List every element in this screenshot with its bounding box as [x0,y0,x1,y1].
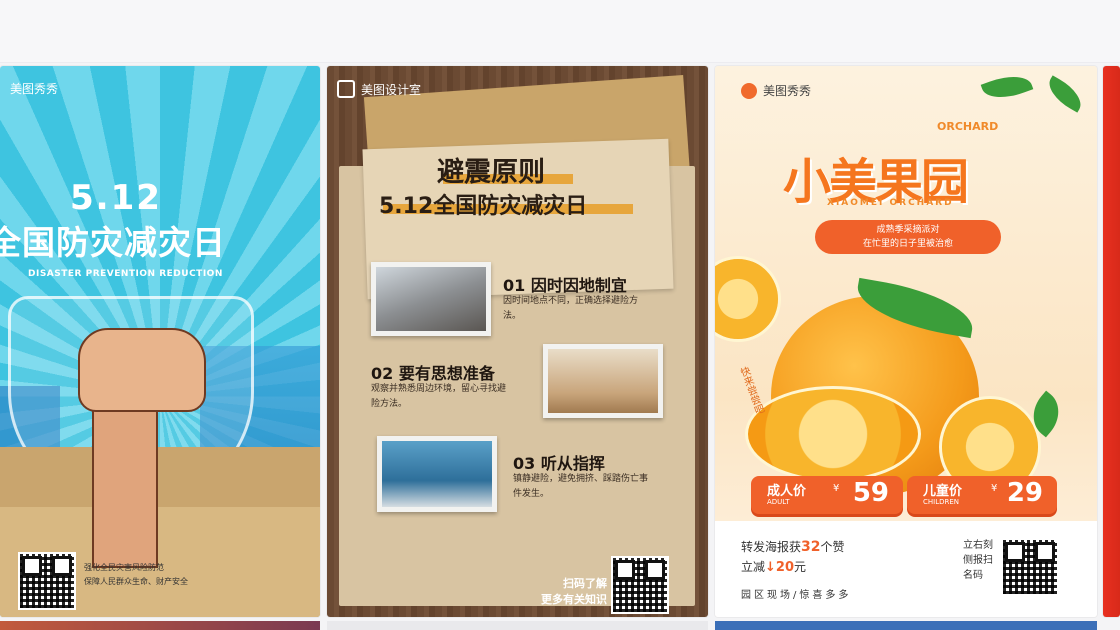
leaf-icon [980,68,1034,106]
grid-logo-icon [337,80,355,98]
template-card-orchard[interactable]: 美图秀秀 ORCHARD 小美果园 XIAOMEI ORCHARD 成熟季采摘派… [715,66,1097,617]
price-label: 成人价 [767,484,807,499]
park-note: 园区现场/惊喜多多 [741,590,852,601]
poster-date: 5.12 [70,178,162,218]
poster-title: 全国防灾减灾日 [0,223,226,262]
scan-prompt-vertical: 立右刻侧报扫名码 [963,540,993,581]
scan-line: 扫码了解 [563,577,607,590]
tagline-vertical: 快来尝尝吧 [736,365,765,417]
next-row-card[interactable] [715,621,1097,630]
share-offer: 转发海报获32个赞 [741,538,845,555]
item-heading: 01 因时因地制宜 [503,276,627,295]
item-heading: 02 要有思想准备 [371,364,495,383]
cut-prefix: 立减 [741,560,766,574]
fist-icon [78,328,206,412]
photo-room [543,344,663,418]
currency-symbol: ¥ [991,483,998,494]
share-suffix: 个赞 [820,540,845,554]
poster-subtitle-en: DISASTER PREVENTION REDUCTION [28,269,223,279]
orange-slice-icon [745,386,921,482]
photo-rubble [371,262,491,336]
orange-slice-icon [715,256,781,342]
leaf-icon [1042,75,1088,113]
footer-line: 保障人民群众生命、财产安全 [84,577,188,586]
meitu-logo-icon [741,82,757,99]
item-description: 镇静避险，避免拥挤、踩踏伤亡事件发生。 [513,474,649,499]
brand-logo: 美图秀秀 [741,82,811,99]
item-heading: 03 听从指挥 [513,454,605,473]
brand-text: 美图秀秀 [763,84,812,98]
scan-line: 更多有关知识 [541,593,607,606]
price-value: 29 [1006,478,1043,508]
template-card-disaster-day[interactable]: 美图秀秀 5.12 全国防灾减灾日 DISASTER PREVENTION RE… [0,66,320,617]
next-row-card[interactable] [0,621,320,630]
poster-footer: 强化全民灾害风险防范 保障人民群众生命、财产安全 [84,561,188,589]
top-bar [0,0,1120,63]
orchard-en: ORCHARD [937,120,999,133]
event-pill: 成熟季采摘派对 在忙里的日子里被治愈 [815,220,1001,254]
price-value: 59 [852,478,889,508]
template-card-partial[interactable] [1103,66,1120,617]
currency-symbol: ¥ [833,483,840,494]
poster-title-en: XIAOMEI ORCHARD [827,198,954,208]
qr-code-icon [18,552,76,610]
price-label: 儿童价 [923,484,963,499]
next-row-card[interactable] [327,621,708,630]
share-prefix: 转发海报获 [741,540,802,554]
cut-suffix: 元 [794,560,807,574]
price-adult: 成人价 ADULT ¥ 59 [751,476,903,514]
pill-line: 成熟季采摘派对 [876,225,940,235]
scan-prompt: 扫码了解 更多有关知识 [541,576,607,608]
poster-title: 避震原则 [437,157,545,188]
photo-crowd [377,436,497,512]
pill-line: 在忙里的日子里被治愈 [862,239,953,249]
cut-amount: ↓20 [765,560,794,575]
qr-code-icon [1001,538,1059,596]
brand-text: 美图秀秀 [10,82,59,96]
arm-illustration [92,396,158,568]
qr-code-icon [611,556,669,614]
template-card-earthquake-rules[interactable]: 美图设计室 避震原则 5.12全国防灾减灾日 01 因时因地制宜 因时间地点不同… [327,66,708,617]
price-sublabel: ADULT [767,498,790,506]
poster-subtitle: 5.12全国防灾减灾日 [379,194,588,219]
discount-offer: 立减↓20元 [741,558,806,575]
footer-line: 强化全民灾害风险防范 [84,563,164,572]
item-description: 观察并熟悉周边环境，留心寻找避险方法。 [371,384,507,409]
price-sublabel: CHILDREN [923,498,960,506]
share-number: 32 [801,539,821,555]
item-description: 因时间地点不同，正确选择避险方法。 [503,296,639,321]
brand-logo: 美图秀秀 [10,80,58,97]
brand-text: 美图设计室 [361,82,422,97]
price-child: 儿童价 CHILDREN ¥ 29 [907,476,1057,514]
brand-logo: 美图设计室 [337,80,421,98]
